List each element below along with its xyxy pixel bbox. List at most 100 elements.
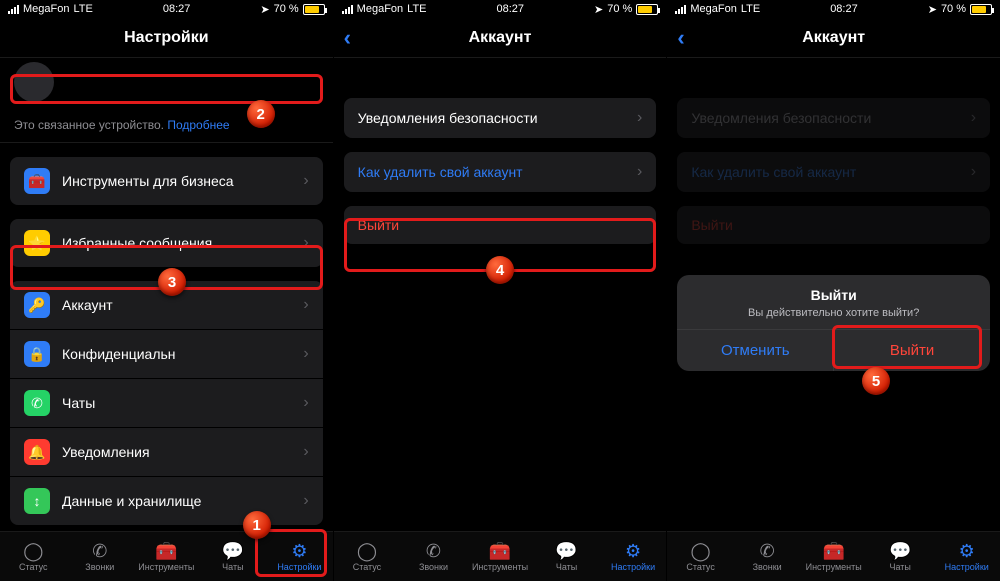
tab-label: Звонки (85, 562, 114, 572)
sheet-message: Вы действительно хотите выйти? (691, 307, 976, 319)
row-security-notif: Уведомления безопасности › (677, 98, 990, 138)
row-business-tools[interactable]: 🧰 Инструменты для бизнеса › (10, 157, 323, 205)
tools-icon: 🧰 (489, 542, 511, 560)
tab-label: Чаты (556, 562, 577, 572)
lock-icon: 🔒 (24, 341, 50, 367)
page-title: Аккаунт (802, 29, 865, 47)
row-security-notif[interactable]: Уведомления безопасности › (344, 98, 657, 138)
battery-icon (636, 4, 658, 15)
row-logout[interactable]: Выйти (344, 206, 657, 244)
linked-device-hint: Это связанное устройство. Подробнее (0, 108, 333, 143)
avatar (14, 62, 54, 102)
status-bar: MegaFon LTE 08:27 ➤ 70 % (667, 0, 1000, 18)
row-account[interactable]: 🔑 Аккаунт › (10, 281, 323, 330)
hint-link[interactable]: Подробнее (167, 118, 229, 132)
calls-icon: ✆ (426, 542, 441, 560)
tab-bar: ◯ Статус ✆Звонки 🧰Инструменты 💬Чаты ⚙ Наст… (667, 531, 1000, 581)
battery-label: 70 % (941, 3, 966, 15)
profile-row[interactable] (0, 58, 333, 108)
status-icon: ◯ (357, 542, 377, 560)
status-icon: ◯ (691, 542, 711, 560)
chevron-right-icon: › (303, 443, 308, 461)
logout-sheet: Выйти Вы действительно хотите выйти? Отм… (677, 275, 990, 371)
status-bar: MegaFon LTE 08:27 ➤ 70 % (0, 0, 333, 18)
tab-settings[interactable]: ⚙Настройки (266, 532, 333, 581)
location-icon: ➤ (928, 3, 937, 16)
hint-text: Это связанное устройство. (14, 118, 164, 132)
signal-icon (675, 5, 686, 14)
star-icon: ⭐ (24, 230, 50, 256)
tab-label: Звонки (419, 562, 448, 572)
calls-icon: ✆ (760, 542, 775, 560)
back-button[interactable]: ‹ (677, 27, 684, 49)
row-label: Чаты (62, 395, 95, 411)
row-notifications[interactable]: 🔔 Уведомления › (10, 428, 323, 477)
settings-icon: ⚙ (291, 542, 307, 560)
nav-header: ‹ Аккаунт (334, 18, 667, 58)
back-button[interactable]: ‹ (344, 27, 351, 49)
nav-header: ‹ Аккаунт (667, 18, 1000, 58)
tab-calls[interactable]: ✆ Звонки (400, 532, 467, 581)
row-label: Инструменты для бизнеса (62, 173, 234, 189)
row-starred[interactable]: ⭐ Избранные сообщения › (10, 219, 323, 267)
chevron-right-icon: › (303, 234, 308, 252)
location-icon: ➤ (594, 3, 603, 16)
tab-settings[interactable]: ⚙Настройки (600, 532, 667, 581)
row-label: Избранные сообщения (62, 235, 212, 251)
tab-calls[interactable]: ✆Звонки (67, 532, 134, 581)
tab-status[interactable]: ◯ Статус (667, 532, 734, 581)
tab-bar: ◯Статус ✆Звонки 🧰Инструменты 💬Чаты ⚙Наст… (0, 531, 333, 581)
sheet-cancel-button[interactable]: Отменить (677, 330, 834, 371)
tab-label: Настройки (945, 562, 989, 572)
battery-icon (970, 4, 992, 15)
row-label: Как удалить свой аккаунт (691, 164, 856, 180)
tab-status[interactable]: ◯Статус (334, 532, 401, 581)
tab-tools[interactable]: 🧰Инструменты (133, 532, 200, 581)
network-label: LTE (407, 3, 426, 15)
tab-chats[interactable]: 💬Чаты (867, 532, 934, 581)
row-label: Уведомления безопасности (691, 110, 871, 126)
chevron-right-icon: › (637, 163, 642, 181)
tab-label: Чаты (222, 562, 243, 572)
tab-label: Инструменты (138, 562, 194, 572)
row-chats[interactable]: ✆ Чаты › (10, 379, 323, 428)
chevron-right-icon: › (303, 345, 308, 363)
row-label: Конфиденциальн (62, 346, 176, 362)
row-privacy[interactable]: 🔒 Конфиденциальн › (10, 330, 323, 379)
network-label: LTE (73, 3, 92, 15)
tab-status[interactable]: ◯Статус (0, 532, 67, 581)
tab-settings[interactable]: ⚙ Настройки (933, 532, 1000, 581)
bell-icon: 🔔 (24, 439, 50, 465)
business-icon: 🧰 (24, 168, 50, 194)
tab-calls[interactable]: ✆Звонки (734, 532, 801, 581)
row-label: Данные и хранилище (62, 493, 201, 509)
tab-tools[interactable]: 🧰Инструменты (467, 532, 534, 581)
network-label: LTE (741, 3, 760, 15)
chats-icon: 💬 (889, 542, 911, 560)
page-title: Настройки (124, 29, 208, 47)
row-delete-account: Как удалить свой аккаунт › (677, 152, 990, 192)
carrier-label: MegaFon (357, 3, 403, 15)
nav-header: Настройки (0, 18, 333, 58)
tab-tools[interactable]: 🧰Инструменты (800, 532, 867, 581)
screen-account: MegaFon LTE 08:27 ➤ 70 % ‹ Аккаунт Уведо… (334, 0, 667, 581)
row-delete-account[interactable]: Как удалить свой аккаунт › (344, 152, 657, 192)
row-logout: Выйти (677, 206, 990, 244)
row-storage[interactable]: ↕ Данные и хранилище › (10, 477, 323, 525)
tab-label: Статус (19, 562, 47, 572)
tab-label: Статус (686, 562, 714, 572)
row-label: Уведомления (62, 444, 150, 460)
chevron-right-icon: › (303, 172, 308, 190)
row-label: Уведомления безопасности (358, 110, 538, 126)
row-label: Выйти (358, 217, 399, 233)
tab-chats[interactable]: 💬Чаты (200, 532, 267, 581)
whatsapp-icon: ✆ (24, 390, 50, 416)
clock-label: 08:27 (163, 3, 191, 15)
location-icon: ➤ (260, 3, 269, 16)
sheet-confirm-button[interactable]: Выйти (834, 330, 990, 371)
tab-chats[interactable]: 💬Чаты (533, 532, 600, 581)
chevron-right-icon: › (303, 296, 308, 314)
settings-icon: ⚙ (959, 542, 975, 560)
clock-label: 08:27 (830, 3, 858, 15)
row-label: Как удалить свой аккаунт (358, 164, 523, 180)
